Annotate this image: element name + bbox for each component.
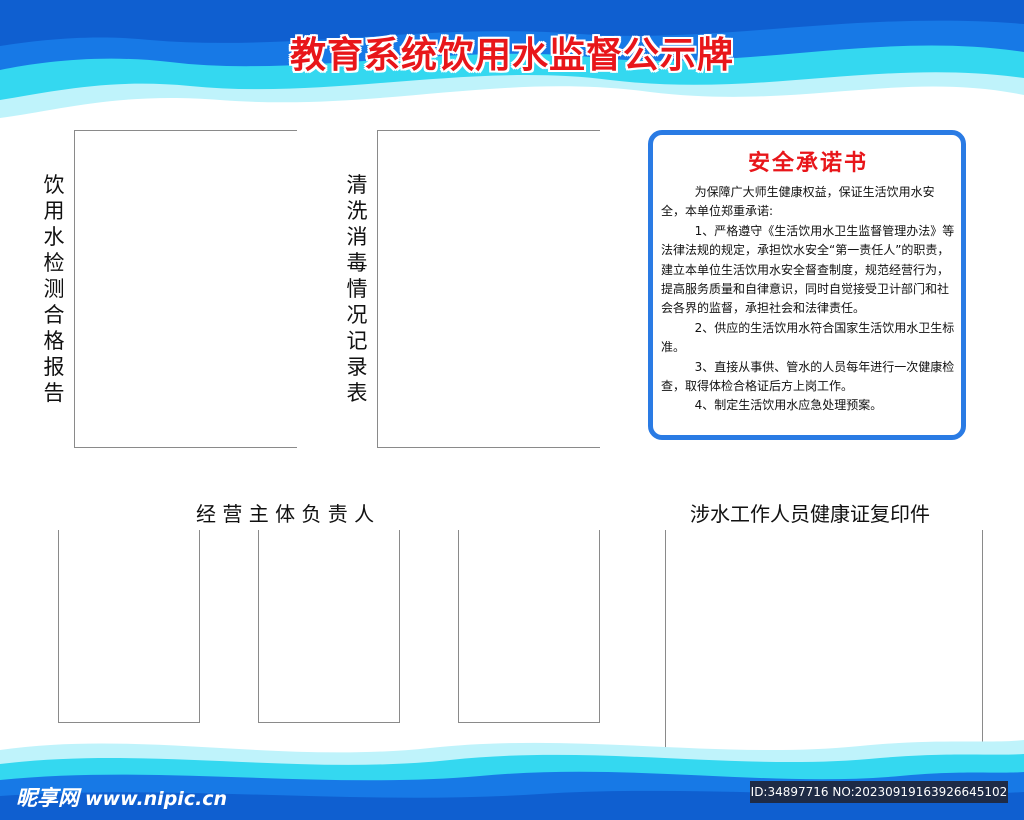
- page-title: 教育系统饮用水监督公示牌: [289, 35, 734, 76]
- responsible-photo-frame: [258, 530, 400, 723]
- logo-url: www.nipic.cn: [85, 788, 228, 810]
- commitment-paragraph: 1、严格遵守《生活饮用水卫生监督管理办法》等法律法规的规定，承担饮水安全“第一责…: [661, 223, 955, 316]
- responsible-photo-frame: [458, 530, 600, 723]
- commitment-paragraph: 2、供应的生活饮用水符合国家生活饮用水卫生标准。: [661, 320, 955, 355]
- safety-commitment-panel: 安全承诺书 为保障广大师生健康权益，保证生活饮用水安全，本单位郑重承诺: 1、严…: [648, 130, 966, 440]
- responsible-person-heading: 经 营 主 体 负 责 人: [196, 502, 375, 526]
- responsible-photo-frame: [58, 530, 200, 723]
- logo-chinese: 昵享网: [16, 786, 79, 810]
- commitment-paragraph: 为保障广大师生健康权益，保证生活饮用水安全，本单位郑重承诺:: [661, 185, 935, 219]
- water-test-report-box: [74, 130, 297, 448]
- nipic-logo: 昵享网 www.nipic.cn: [16, 782, 227, 812]
- commitment-paragraph: 4、制定生活饮用水应急处理预案。: [694, 398, 883, 413]
- image-id-strip: ID:34897716 NO:20230919163926645102: [750, 781, 1008, 803]
- safety-commitment-title: 安全承诺书: [747, 151, 868, 176]
- water-test-label: 饮用水检测合格报告: [43, 173, 65, 405]
- notice-board: 教育系统饮用水监督公示牌 饮用水检测合格报告 清洗消毒情况记录表 安全承诺书 为…: [0, 0, 1024, 820]
- health-cert-heading: 涉水工作人员健康证复印件: [690, 502, 930, 526]
- safety-commitment-body: 为保障广大师生健康权益，保证生活饮用水安全，本单位郑重承诺: 1、严格遵守《生活…: [661, 183, 955, 416]
- cleaning-record-box: [377, 130, 600, 448]
- health-cert-frame: [665, 530, 983, 751]
- cleaning-record-label: 清洗消毒情况记录表: [346, 173, 368, 405]
- commitment-paragraph: 3、直接从事供、管水的人员每年进行一次健康检查，取得体检合格证后方上岗工作。: [661, 359, 955, 394]
